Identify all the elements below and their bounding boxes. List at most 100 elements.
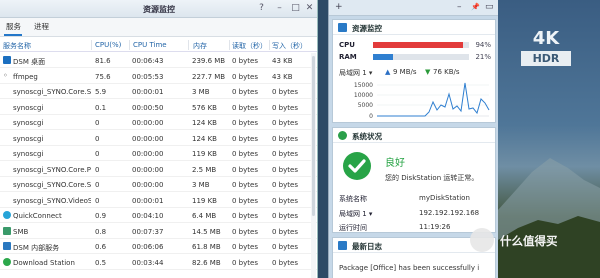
- widget-header: 资源监控: [333, 20, 495, 35]
- table-row[interactable]: ◦ ffmpeg 75.6 00:05:53 227.7 MB 0 bytes 43 KB: [0, 69, 317, 84]
- service-name: SMB: [13, 227, 29, 236]
- column-header-cpu-time[interactable]: CPU Time: [133, 41, 167, 49]
- memory-cell: 2.5 MB: [192, 165, 217, 174]
- cpu-time-cell: 00:00:50: [132, 103, 164, 112]
- watermark-text: 什么值得买: [500, 234, 558, 248]
- column-header-cpu[interactable]: CPU(%): [95, 41, 121, 49]
- column-header-read[interactable]: 读取（秒）: [232, 41, 267, 51]
- ram-meter-fill: [373, 54, 394, 60]
- help-icon[interactable]: ?: [256, 3, 267, 14]
- cpu-time-cell: 00:00:00: [132, 181, 164, 189]
- table-row[interactable]: synoscgi_SYNO.Core.Sy 5.9 00:00:01 3 MB 0 by…: [0, 84, 317, 99]
- table-header: 服务名称 CPU(%) CPU Time 内存 读取（秒） 写入（秒）: [0, 38, 317, 52]
- table-row[interactable]: DSM 内部服务 0.6 00:06:06 61.8 MB 0 bytes 0 bytes: [0, 239, 317, 254]
- panel-layout-icon[interactable]: ▭: [485, 2, 494, 12]
- column-divider[interactable]: [129, 40, 130, 50]
- read-rate-cell: 0 bytes: [232, 165, 258, 174]
- process-table-body: DSM 桌面 81.6 00:06:43 239.6 MB 0 bytes 43 KB ◦ f…: [0, 53, 317, 278]
- write-rate-cell: 43 KB: [272, 57, 293, 65]
- service-name: ffmpeg: [13, 72, 38, 81]
- lan-selector[interactable]: 局域网 1 ▾: [339, 209, 372, 219]
- cpu-time-cell: 00:00:00: [132, 119, 164, 127]
- logo-4k-text: 4K: [532, 28, 560, 49]
- tab-services[interactable]: 服务: [6, 21, 21, 32]
- resource-monitor-window: 资源监控 ? – □ ✕ 服务 进程 服务名称 CPU(%) CPU Time …: [0, 0, 318, 278]
- table-row[interactable]: QuickConnect 0.9 00:04:10 6.4 MB 0 bytes 0 by…: [0, 208, 317, 223]
- window-titlebar[interactable]: 资源监控 ? – □ ✕: [0, 0, 317, 18]
- read-rate-cell: 0 bytes: [232, 119, 258, 127]
- cpu-percent-cell: 81.6: [95, 57, 111, 65]
- service-name: QuickConnect: [13, 212, 62, 220]
- network-chart: 15000 10000 5000 0: [354, 82, 490, 120]
- cpu-percent-cell: 0.8: [95, 227, 107, 236]
- network-row: 局域网 1 ▾ ▲ 9 MB/s ▼ 76 KB/s: [339, 68, 489, 78]
- tab-processes[interactable]: 进程: [34, 21, 49, 32]
- column-divider[interactable]: [229, 40, 230, 50]
- column-header-write[interactable]: 写入（秒）: [272, 41, 307, 51]
- memory-cell: 6.4 MB: [192, 212, 217, 220]
- column-divider[interactable]: [188, 40, 189, 50]
- download-arrow-icon: ▼: [425, 68, 431, 76]
- system-health-widget: 系统状况 良好 您的 DiskStation 运转正常。 系统名称 myDisk…: [332, 127, 496, 233]
- service-name: synoscgi_SYNO.VideoSt: [13, 196, 91, 205]
- health-message: 您的 DiskStation 运转正常。: [385, 174, 479, 182]
- add-widget-icon[interactable]: +: [335, 2, 343, 12]
- service-name: synoscgi: [13, 150, 44, 158]
- mountain-silhouette: [498, 158, 600, 278]
- service-icon: ◦: [3, 70, 8, 80]
- column-divider[interactable]: [269, 40, 270, 50]
- service-icon: [3, 226, 11, 235]
- read-rate-cell: 0 bytes: [232, 72, 258, 81]
- cpu-percent-cell: 0: [95, 165, 100, 174]
- scrollbar-thumb[interactable]: [312, 56, 315, 216]
- read-rate-cell: 0 bytes: [232, 150, 258, 158]
- service-name: synoscgi: [13, 103, 44, 112]
- memory-cell: 3 MB: [192, 88, 210, 96]
- service-icon: [3, 257, 11, 266]
- pin-icon[interactable]: 📌: [471, 3, 480, 11]
- table-row[interactable]: synoscgi 0.1 00:00:50 576 KB 0 bytes 0 bytes: [0, 100, 317, 115]
- minimize-panel-icon[interactable]: –: [457, 2, 462, 12]
- write-rate-cell: 0 bytes: [272, 196, 298, 205]
- table-row[interactable]: synoscgi_SYNO.Core.Pa 0 00:00:00 2.5 MB 0 by…: [0, 162, 317, 177]
- table-row[interactable]: synoscgi_SYNO.Core.Sy 0 00:00:00 3 MB 0 byte…: [0, 177, 317, 192]
- table-row[interactable]: synoscgi_SYNO.VideoSt 0 00:00:01 119 KB 0 by…: [0, 193, 317, 208]
- chart-tick-label: 5000: [358, 102, 373, 109]
- table-row[interactable]: synoscgi 0 00:00:00 119 KB 0 bytes 0 bytes: [0, 146, 317, 161]
- maximize-icon[interactable]: □: [290, 3, 301, 14]
- read-rate-cell: 0 bytes: [232, 258, 258, 267]
- close-icon[interactable]: ✕: [304, 3, 315, 14]
- checkmark-icon: [343, 152, 371, 180]
- write-rate-cell: 43 KB: [272, 72, 293, 81]
- cpu-percent-cell: 0.9: [95, 212, 107, 220]
- upload-arrow-icon: ▲: [385, 68, 391, 76]
- table-row[interactable]: synoscgi 0 00:00:00 124 KB 0 bytes 0 bytes: [0, 115, 317, 130]
- uptime-label: 运行时间: [339, 224, 367, 232]
- table-row[interactable]: synoscgi 0 00:00:00 124 KB 0 bytes 0 bytes: [0, 131, 317, 146]
- write-rate-cell: 0 bytes: [272, 181, 298, 189]
- write-rate-cell: 0 bytes: [272, 134, 298, 143]
- table-row[interactable]: SMB 0.8 00:07:37 14.5 MB 0 bytes 0 bytes: [0, 224, 317, 239]
- chart-tick-label: 10000: [354, 92, 373, 99]
- log-entry[interactable]: Package [Office] has been successfully i: [339, 264, 493, 272]
- ip-address: 192.192.192.168: [419, 209, 480, 217]
- service-icon: [3, 56, 11, 64]
- resource-monitor-widget: 资源监控 CPU 94% RAM 21% 局域网 1 ▾ ▲ 9 MB/s ▼ …: [332, 19, 496, 123]
- table-row[interactable]: DSM 桌面 81.6 00:06:43 239.6 MB 0 bytes 43 KB: [0, 53, 317, 68]
- cpu-time-cell: 00:00:00: [132, 165, 164, 174]
- cpu-percent-cell: 0.6: [95, 243, 107, 251]
- minimize-icon[interactable]: –: [274, 3, 285, 14]
- table-row[interactable]: Download Station 0.5 00:03:44 82.6 MB 0 byte…: [0, 255, 317, 270]
- memory-cell: 227.7 MB: [192, 72, 226, 81]
- read-rate-cell: 0 bytes: [232, 103, 258, 112]
- read-rate-cell: 0 bytes: [232, 57, 258, 65]
- write-rate-cell: 0 bytes: [272, 165, 298, 174]
- read-rate-cell: 0 bytes: [232, 227, 258, 236]
- health-status: 良好: [385, 158, 405, 169]
- column-header-memory[interactable]: 内存: [193, 41, 207, 51]
- memory-cell: 124 KB: [192, 119, 217, 127]
- write-rate-cell: 0 bytes: [272, 150, 298, 158]
- network-selector[interactable]: 局域网 1 ▾: [339, 68, 372, 78]
- column-header-name[interactable]: 服务名称: [3, 41, 31, 51]
- column-divider[interactable]: [91, 40, 92, 50]
